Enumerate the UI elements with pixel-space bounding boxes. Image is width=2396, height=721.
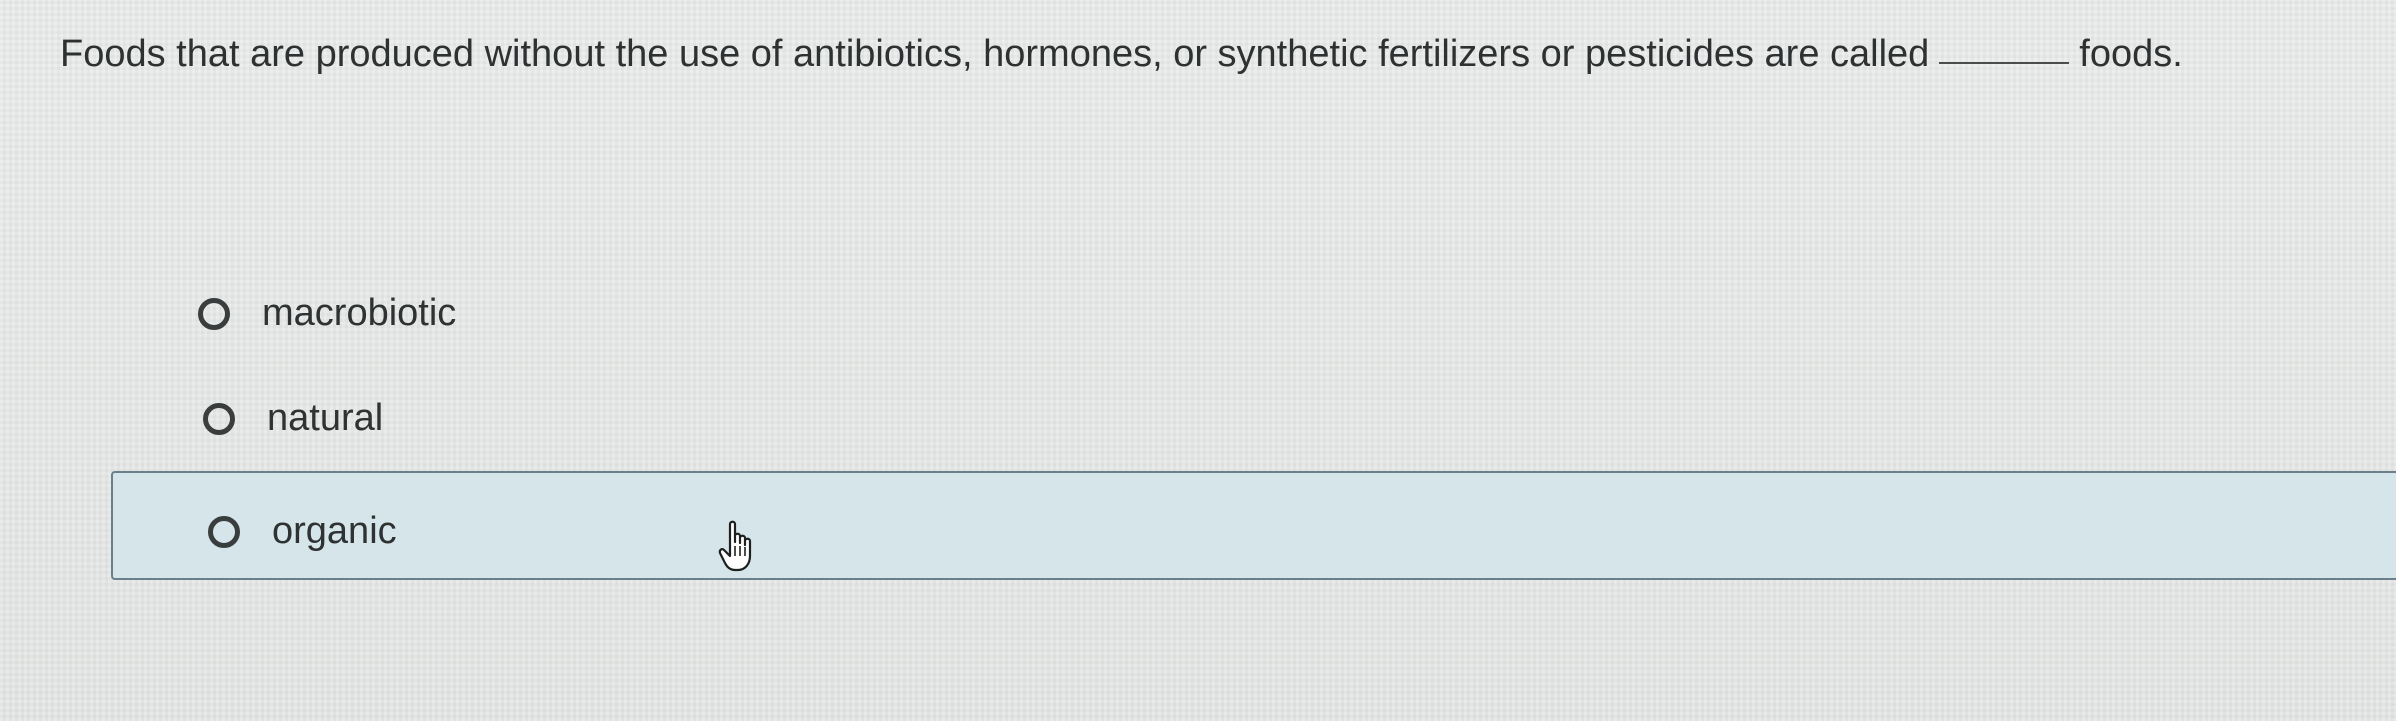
answer-blank: [1939, 62, 2070, 64]
option-macrobiotic[interactable]: macrobiotic: [198, 292, 456, 335]
question-text-before: Foods that are produced without the use …: [60, 33, 1930, 75]
radio-button-icon[interactable]: [198, 297, 230, 330]
question-text: Foods that are produced without the use …: [60, 26, 2183, 82]
option-label: macrobiotic: [262, 292, 457, 334]
question-text-after: foods.: [2079, 33, 2183, 75]
radio-button-icon[interactable]: [208, 515, 240, 548]
hand-pointer-icon: [718, 520, 752, 572]
radio-button-icon[interactable]: [203, 402, 235, 435]
option-hover-highlight[interactable]: [111, 471, 2396, 580]
option-label: natural: [267, 397, 384, 439]
option-organic[interactable]: organic: [208, 510, 397, 553]
option-label: organic: [272, 510, 397, 552]
option-natural[interactable]: natural: [203, 397, 383, 440]
